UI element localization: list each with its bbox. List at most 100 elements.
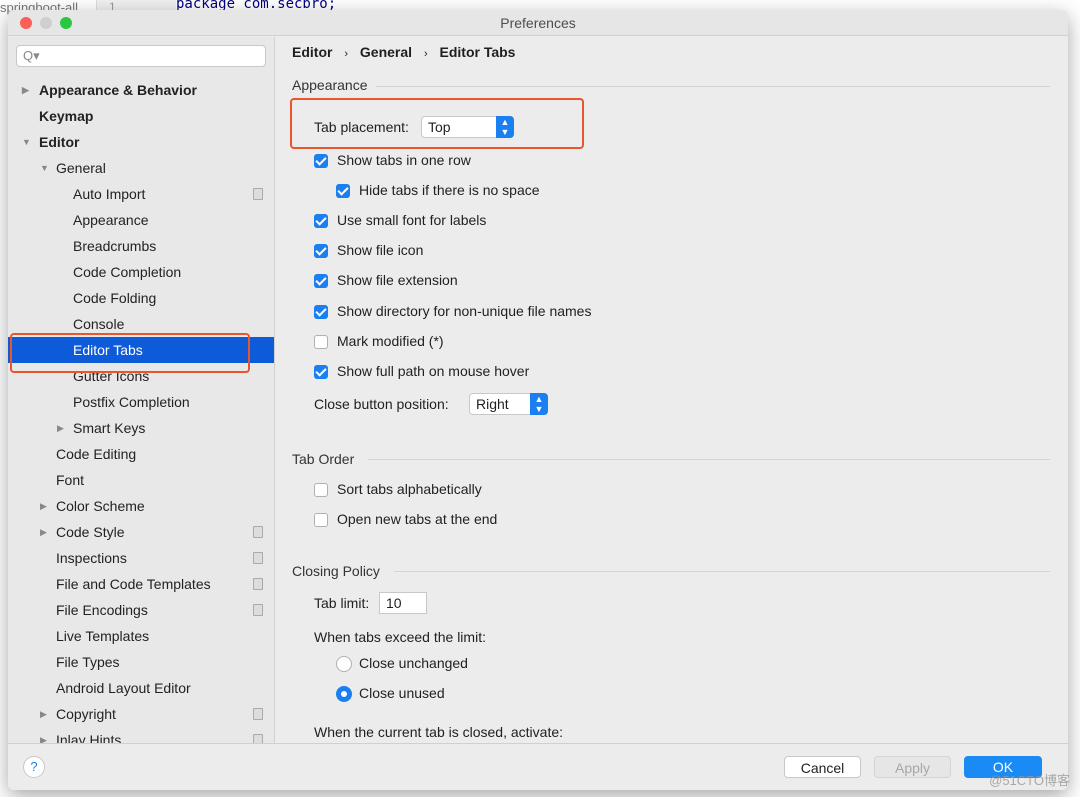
sidebar-item-label: Keymap	[39, 108, 94, 124]
checkbox-label[interactable]: Open new tabs at the end	[337, 511, 497, 527]
project-scope-icon	[253, 526, 263, 538]
breadcrumb-item[interactable]: General	[360, 44, 412, 60]
checkbox-label[interactable]: Mark modified (*)	[337, 333, 444, 349]
sidebar-item[interactable]: File Encodings	[8, 597, 274, 623]
sidebar-item[interactable]: ▶ Copyright	[8, 701, 274, 727]
dialog-footer: ? Cancel Apply OK	[8, 743, 1068, 790]
checkbox[interactable]	[314, 244, 328, 259]
sidebar-item-label: Postfix Completion	[73, 394, 190, 410]
breadcrumb: Editor › General › Editor Tabs	[292, 44, 516, 60]
checkbox[interactable]	[314, 334, 328, 349]
tab-limit-label: Tab limit:	[314, 595, 370, 611]
checkbox-label[interactable]: Show directory for non-unique file names	[337, 303, 591, 319]
tab-limit-input[interactable]: 10	[379, 592, 427, 614]
checkbox-label[interactable]: Show full path on mouse hover	[337, 363, 529, 379]
checkbox-label[interactable]: Show file extension	[337, 272, 458, 288]
sidebar-item-label: Breadcrumbs	[73, 238, 157, 254]
exceed-limit-label: When tabs exceed the limit:	[314, 629, 486, 645]
collapsed-arrow-icon[interactable]: ▶	[22, 77, 29, 103]
checkbox-label[interactable]: Hide tabs if there is no space	[359, 182, 540, 198]
zoom-window-button[interactable]	[60, 17, 72, 29]
project-scope-icon	[253, 188, 263, 200]
expanded-arrow-icon[interactable]: ▼	[22, 129, 31, 155]
sidebar-item[interactable]: Postfix Completion	[8, 389, 274, 415]
collapsed-arrow-icon[interactable]: ▶	[57, 415, 64, 441]
sidebar-item-label: File Types	[56, 654, 120, 670]
sidebar-item[interactable]: Code Editing	[8, 441, 274, 467]
sidebar-item[interactable]: Keymap	[8, 103, 274, 129]
help-button[interactable]: ?	[23, 756, 45, 778]
sidebar-item-label: Auto Import	[73, 186, 146, 202]
collapsed-arrow-icon[interactable]: ▶	[40, 701, 47, 727]
checkbox[interactable]	[314, 364, 328, 379]
sidebar-item-label: Editor	[39, 134, 80, 150]
checkbox-label[interactable]: Show file icon	[337, 242, 423, 258]
sidebar-item[interactable]: Font	[8, 467, 274, 493]
search-input[interactable]: Q▾	[16, 45, 266, 67]
project-scope-icon	[253, 708, 263, 720]
sidebar-item[interactable]: ▶ Inlay Hints	[8, 727, 274, 743]
checkbox[interactable]	[314, 513, 328, 527]
section-title-tab-order: Tab Order	[292, 451, 355, 467]
checkbox[interactable]	[314, 483, 328, 497]
radio-label[interactable]: Close unused	[359, 685, 445, 701]
sidebar-item-label: Appearance	[73, 212, 149, 228]
checkbox[interactable]	[336, 184, 350, 199]
sidebar-item[interactable]: ▶ Appearance & Behavior	[8, 77, 274, 103]
sidebar-item-label: Copyright	[56, 706, 116, 722]
sidebar-item[interactable]: File Types	[8, 649, 274, 675]
settings-tree: Q▾ ▶ Appearance & Behavior Keymap ▼ Editor ▼ G…	[8, 37, 275, 743]
sidebar-item[interactable]: Android Layout Editor	[8, 675, 274, 701]
sidebar-item[interactable]: Appearance	[8, 207, 274, 233]
project-scope-icon	[253, 552, 263, 564]
close-button-position-select[interactable]: Right ▲ ▼	[469, 393, 548, 415]
checkbox-label[interactable]: Sort tabs alphabetically	[337, 481, 482, 497]
sidebar-item[interactable]: ▶ Smart Keys	[8, 415, 274, 441]
collapsed-arrow-icon[interactable]: ▶	[40, 727, 47, 743]
sidebar-item-label: Android Layout Editor	[56, 680, 191, 696]
sidebar-item[interactable]: File and Code Templates	[8, 571, 274, 597]
radio-label[interactable]: Close unchanged	[359, 655, 468, 671]
project-scope-icon	[253, 578, 263, 590]
close-window-button[interactable]	[20, 17, 32, 29]
checkbox[interactable]	[314, 274, 328, 289]
sidebar-item[interactable]: Breadcrumbs	[8, 233, 274, 259]
radio-button[interactable]	[336, 686, 352, 702]
sidebar-item[interactable]: ▶ Code Style	[8, 519, 274, 545]
apply-button[interactable]: Apply	[874, 756, 951, 778]
breadcrumb-item[interactable]: Editor	[292, 44, 332, 60]
sidebar-item[interactable]: ▼ General	[8, 155, 274, 181]
sidebar-item-label: File and Code Templates	[56, 576, 211, 592]
checkbox-label[interactable]: Show tabs in one row	[337, 152, 471, 168]
section-title-closing-policy: Closing Policy	[292, 563, 380, 579]
sidebar-item-label: Code Style	[56, 524, 125, 540]
sidebar-item-label: Code Completion	[73, 264, 182, 280]
window-title: Preferences	[500, 15, 576, 31]
sidebar-item-label: Code Folding	[73, 290, 157, 306]
sidebar-item[interactable]: Code Folding	[8, 285, 274, 311]
sidebar-item[interactable]: Code Completion	[8, 259, 274, 285]
project-scope-icon	[253, 734, 263, 743]
checkbox-label[interactable]: Use small font for labels	[337, 212, 486, 228]
collapsed-arrow-icon[interactable]: ▶	[40, 519, 47, 545]
preferences-dialog: Preferences Q▾ ▶ Appearance & Behavior Key…	[8, 10, 1068, 790]
checkbox[interactable]	[314, 304, 328, 319]
sidebar-item-label: Appearance & Behavior	[39, 82, 197, 98]
sidebar-item-label: Color Scheme	[56, 498, 145, 514]
sidebar-item-label: File Encodings	[56, 602, 148, 618]
checkbox[interactable]	[314, 154, 328, 168]
minimize-window-button[interactable]	[40, 17, 52, 29]
sidebar-item[interactable]: Live Templates	[8, 623, 274, 649]
sidebar-item[interactable]: Auto Import	[8, 181, 274, 207]
cancel-button[interactable]: Cancel	[784, 756, 861, 778]
sidebar-item[interactable]: ▶ Color Scheme	[8, 493, 274, 519]
expanded-arrow-icon[interactable]: ▼	[40, 155, 49, 181]
sidebar-item[interactable]: ▼ Editor	[8, 129, 274, 155]
collapsed-arrow-icon[interactable]: ▶	[40, 493, 47, 519]
editor-tabs-panel: Editor › General › Editor Tabs Appearanc…	[276, 37, 1068, 763]
sidebar-item[interactable]: Inspections	[8, 545, 274, 571]
radio-button[interactable]	[336, 656, 352, 672]
sidebar-item-label: Smart Keys	[73, 420, 146, 436]
highlight-box	[10, 333, 250, 373]
checkbox[interactable]	[314, 214, 328, 229]
